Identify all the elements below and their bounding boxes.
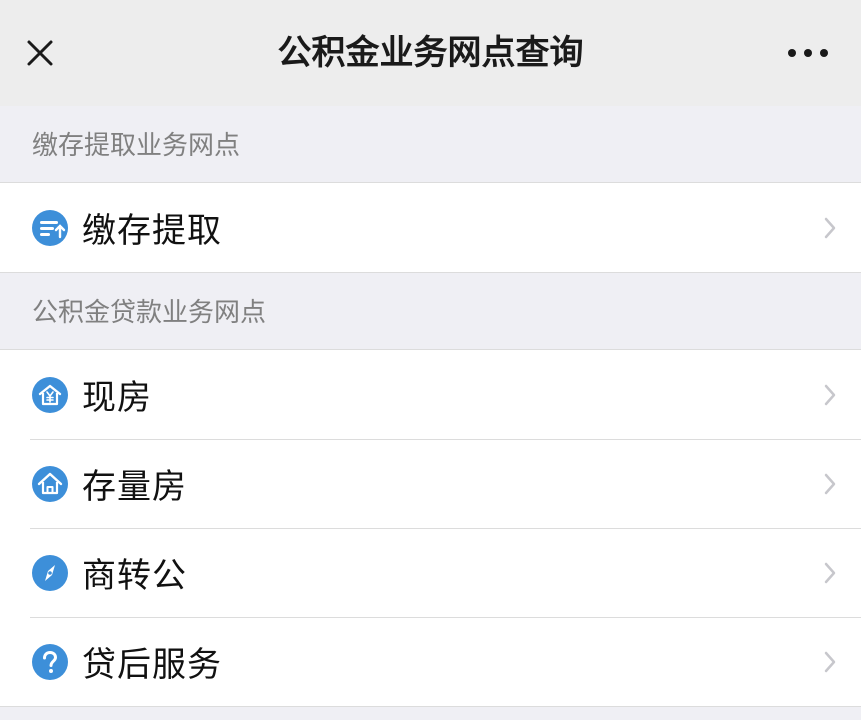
section-header-loan: 公积金贷款业务网点 [0, 273, 861, 349]
list-item-post-loan-service[interactable]: 贷后服务 [0, 617, 861, 706]
chevron-right-icon [824, 473, 836, 494]
list-item-label: 现房 [82, 378, 152, 418]
navigation-bar: 公积金业务网点查询 [0, 0, 861, 106]
chevron-right-icon [824, 217, 836, 238]
page-title: 公积金业务网点查询 [277, 33, 584, 73]
list-item-existing-house[interactable]: 存量房 [0, 439, 861, 528]
list-item-label: 贷后服务 [82, 645, 222, 685]
list-item-deposit-withdraw[interactable]: 缴存提取 [0, 183, 861, 272]
list-item-label: 商转公 [82, 556, 187, 596]
section-header-deposit: 缴存提取业务网点 [0, 106, 861, 182]
list-item-commercial-to-fund[interactable]: 商转公 [0, 528, 861, 617]
chevron-right-icon [824, 562, 836, 583]
house-yen-icon [32, 376, 68, 413]
list-item-label: 存量房 [82, 467, 187, 507]
chevron-right-icon [824, 651, 836, 672]
list-item-label: 缴存提取 [82, 211, 222, 251]
list-item-ready-house[interactable]: 现房 [0, 350, 861, 439]
loan-group: 现房 存量房 商转公 贷后服务 [0, 349, 861, 707]
deposit-group: 缴存提取 [0, 182, 861, 273]
chevron-right-icon [824, 384, 836, 405]
card-icon [32, 209, 68, 246]
compass-icon [32, 554, 68, 591]
question-icon [32, 643, 68, 680]
house-icon [32, 465, 68, 502]
more-icon[interactable] [785, 40, 831, 66]
close-icon[interactable] [20, 33, 60, 73]
